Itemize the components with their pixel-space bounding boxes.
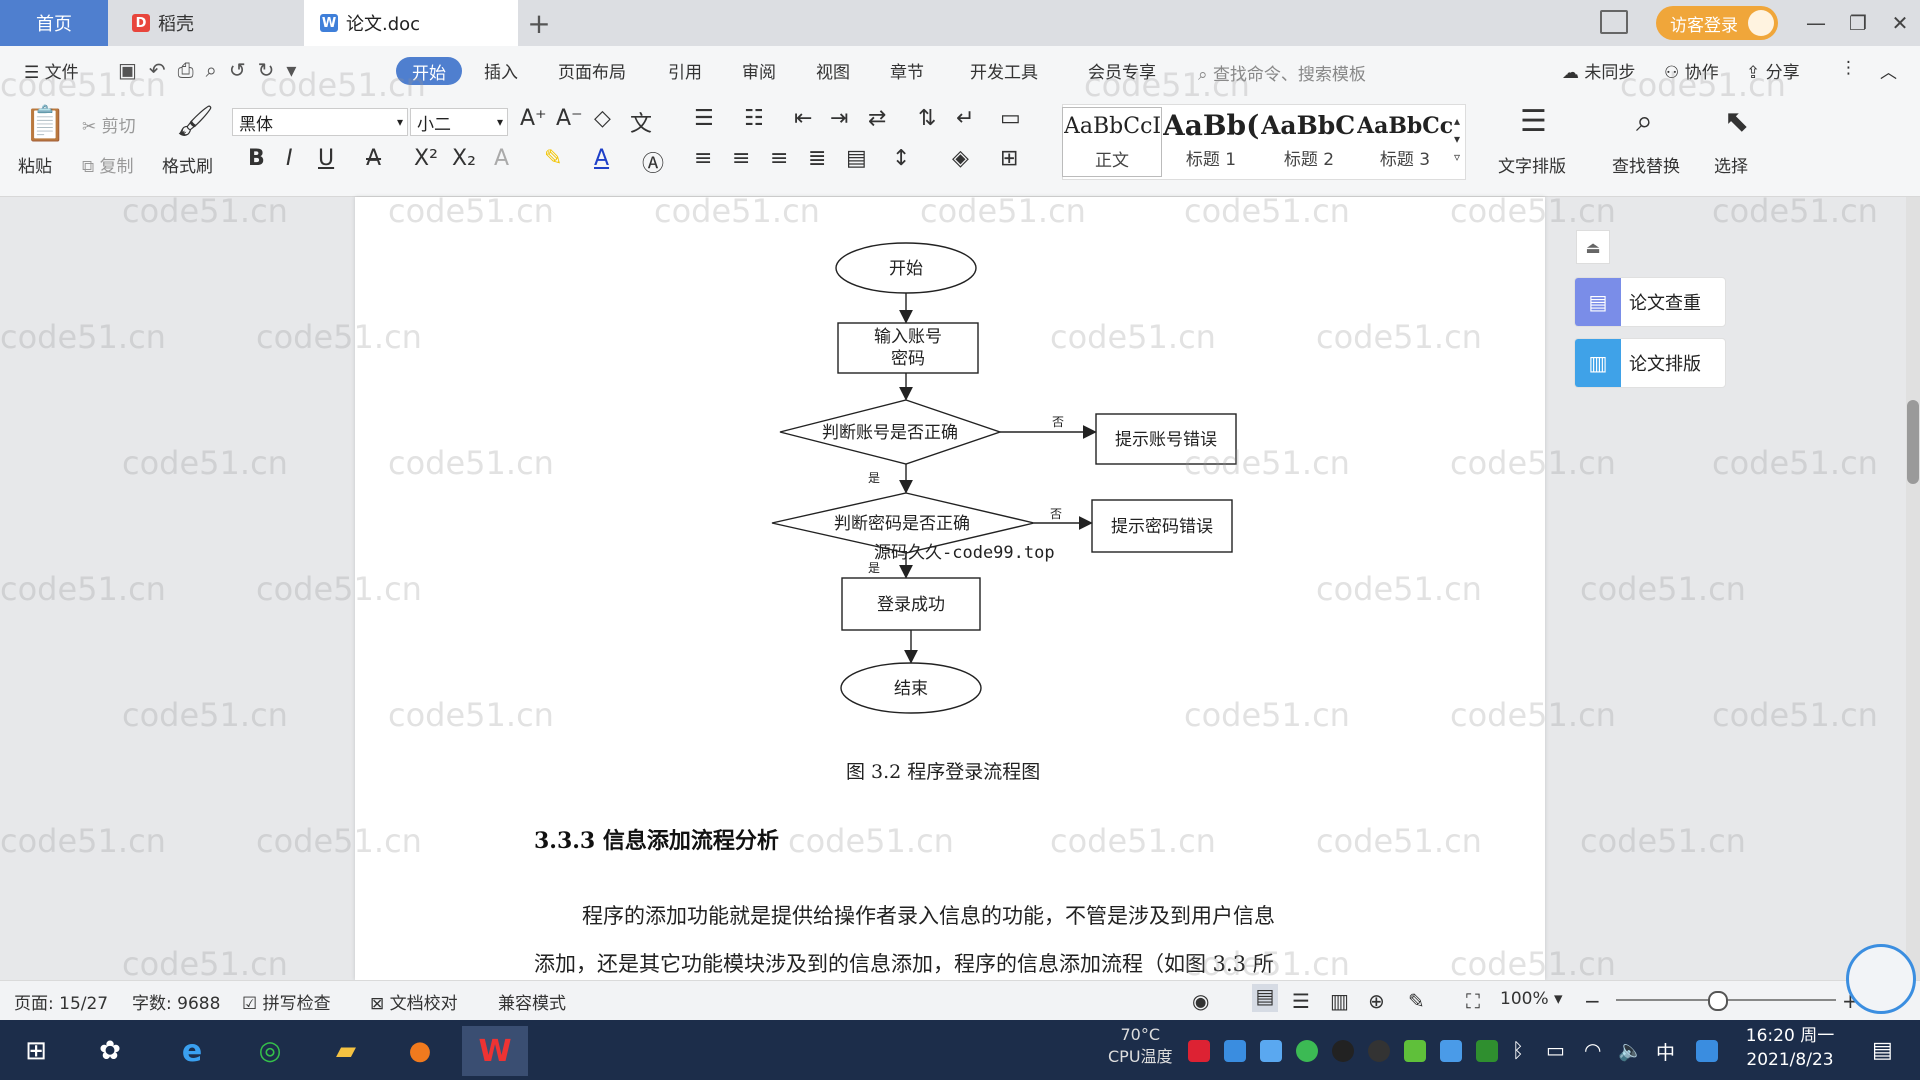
doc-proof-button[interactable]: ⊠ 文档校对 (370, 989, 458, 1014)
chevron-down-icon: ▾ (1548, 989, 1563, 1009)
pen-icon[interactable]: ✎ (1408, 989, 1425, 1013)
page-view-icon[interactable]: ▤ (1252, 984, 1278, 1012)
ime-indicator[interactable]: 中 (1656, 1038, 1675, 1065)
input-label-1: 输入账号 (874, 327, 942, 347)
app-icon[interactable]: ● (392, 1026, 448, 1076)
end-label: 结束 (894, 679, 928, 699)
section-heading: 3.3.3 信息添加流程分析 (534, 828, 779, 854)
scrollbar-thumb[interactable] (1907, 400, 1919, 484)
wifi-icon[interactable]: ◠ (1584, 1038, 1601, 1062)
tray-icon[interactable] (1296, 1040, 1318, 1062)
plagiarism-check-label: 论文查重 (1629, 293, 1701, 314)
eye-protection-icon[interactable]: ◉ (1192, 989, 1209, 1013)
pinwheel-app-icon[interactable]: ✿ (82, 1026, 138, 1076)
document-search-icon: ▤ (1575, 278, 1621, 326)
check-password-label: 判断密码是否正确 (834, 514, 970, 534)
tray-icon[interactable] (1440, 1040, 1462, 1062)
qq-icon[interactable] (1332, 1040, 1354, 1062)
browser-360-icon[interactable]: ◎ (242, 1026, 298, 1076)
word-count[interactable]: 字数: 9688 (132, 989, 220, 1014)
figure-caption: 图 3.2 程序登录流程图 (846, 761, 1041, 783)
thesis-format-button[interactable]: ▥ 论文排版 (1574, 338, 1726, 388)
tray-icon[interactable] (1224, 1040, 1246, 1062)
shield-icon[interactable] (1260, 1040, 1282, 1062)
paragraph-line: 添加，还是其它功能模块涉及到的信息添加，程序的信息添加流程（如图 3.3 所 (534, 952, 1274, 976)
qq-icon[interactable] (1368, 1040, 1390, 1062)
battery-icon[interactable]: ▭ (1546, 1038, 1565, 1062)
branch-yes-label: 是 (868, 561, 880, 575)
plagiarism-check-button[interactable]: ▤ 论文查重 (1574, 277, 1726, 327)
notification-icon[interactable]: ▤ (1872, 1038, 1893, 1063)
tray-icon[interactable] (1188, 1040, 1210, 1062)
branch-no-label: 否 (1050, 507, 1062, 521)
password-error-label: 提示密码错误 (1111, 517, 1213, 537)
volume-icon[interactable]: 🔈 (1618, 1038, 1643, 1062)
bluetooth-icon[interactable]: ᛒ (1512, 1038, 1524, 1062)
thesis-format-label: 论文排版 (1629, 354, 1701, 375)
success-label: 登录成功 (877, 595, 945, 615)
account-error-label: 提示账号错误 (1115, 430, 1217, 450)
zoom-out-icon[interactable]: − (1584, 989, 1601, 1013)
zoom-slider-handle[interactable] (1708, 991, 1728, 1011)
fit-page-icon[interactable]: ⛶ (1466, 989, 1480, 1013)
zoom-level-value: 100% (1500, 989, 1549, 1009)
file-explorer-icon[interactable]: ▰ (318, 1026, 374, 1076)
wps-writer-icon[interactable]: W (462, 1026, 528, 1076)
input-label-2: 密码 (891, 349, 925, 369)
doc-proof-label: 文档校对 (389, 994, 458, 1014)
check-account-label: 判断账号是否正确 (822, 423, 958, 443)
floating-assistant-icon[interactable] (1846, 944, 1916, 1014)
start-label: 开始 (889, 259, 923, 279)
proof-icon: ⊠ (370, 994, 390, 1014)
search-tray-icon[interactable] (1696, 1040, 1718, 1062)
compat-mode: 兼容模式 (498, 994, 566, 1014)
branch-yes-label: 是 (868, 471, 880, 485)
spell-check-button[interactable]: ☑ 拼写检查 (242, 989, 331, 1014)
clock-date: 2021/8/23 (1746, 1050, 1834, 1070)
page-indicator[interactable]: 页面: 15/27 (14, 989, 108, 1014)
zoom-level[interactable]: 100% ▾ (1500, 989, 1563, 1009)
branch-no-label: 否 (1052, 415, 1064, 429)
checkbox-icon: ☑ (242, 994, 263, 1014)
paragraph-line: 程序的添加功能就是提供给操作者录入信息的功能，不管是涉及到用户信息 (582, 904, 1275, 928)
reading-view-icon[interactable]: ▥ (1330, 989, 1349, 1013)
spell-check-label: 拼写检查 (262, 994, 331, 1014)
ie-browser-icon[interactable]: e (164, 1026, 220, 1076)
windows-start-icon[interactable]: ⊞ (8, 1026, 64, 1076)
cpu-temperature: 70°C CPU温度 (1108, 1024, 1173, 1068)
vertical-scrollbar[interactable] (1906, 197, 1920, 980)
document-format-icon: ▥ (1575, 339, 1621, 387)
tray-icon[interactable] (1404, 1040, 1426, 1062)
cpu-temp-label: CPU温度 (1108, 1047, 1173, 1066)
cpu-temp-value: 70°C (1120, 1025, 1161, 1044)
system-clock[interactable]: 16:20 周一 2021/8/23 (1740, 1024, 1840, 1072)
clock-time: 16:20 周一 (1745, 1026, 1835, 1046)
panel-collapse-icon[interactable]: ⏏ (1576, 230, 1610, 264)
tray-icon[interactable] (1476, 1040, 1498, 1062)
overlay-watermark: 源码久久-code99.top (874, 543, 1055, 563)
outline-view-icon[interactable]: ☰ (1292, 989, 1310, 1013)
web-view-icon[interactable]: ⊕ (1368, 989, 1385, 1013)
